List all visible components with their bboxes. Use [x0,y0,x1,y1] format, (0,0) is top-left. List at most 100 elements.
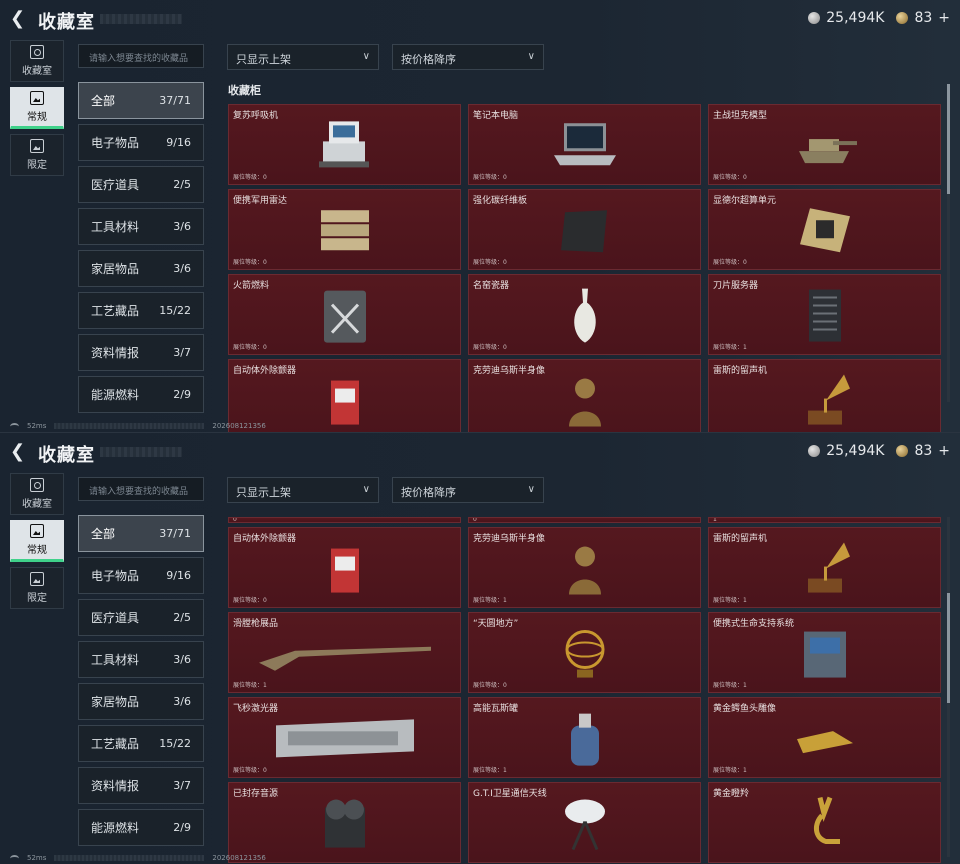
category-tools[interactable]: 工具材料 3/6 [78,208,204,245]
gold-croc-icon [793,713,857,767]
shelf-filter-dropdown[interactable]: 只显示上架 ∨ [227,44,379,70]
bust-icon [563,538,607,602]
category-label: 工艺藏品 [91,737,140,751]
display-level: 1 [713,517,717,523]
display-level-label: 展位等级： [233,259,264,266]
display-level-value: 0 [263,344,267,351]
search-input[interactable]: 请输入想要查找的收藏品 [78,477,204,501]
collection-card[interactable]: 火箭燃料 展位等级：0 [228,274,461,355]
item-name: 黄金鳄鱼头雕像 [713,704,777,714]
category-label: 医疗道具 [91,178,140,192]
nav-limited[interactable]: 限定 [10,134,64,176]
shelf-filter-dropdown[interactable]: 只显示上架 ∨ [227,477,379,503]
screen-1: ❮ 收藏室 25,494K 83 + 收藏室 常规 限定 请输入想要查找的收藏品… [0,0,960,432]
category-count: 3/7 [173,346,191,359]
life-support-icon [798,623,852,687]
chevron-down-icon: ∨ [362,484,370,495]
item-name: 笔记本电脑 [473,111,519,121]
display-level-value: 1 [743,682,747,689]
collection-card-partial[interactable]: 0 [228,517,461,523]
sort-dropdown[interactable]: 按价格降序 ∨ [392,44,544,70]
category-crafts[interactable]: 工艺藏品 15/22 [78,725,204,762]
category-intel[interactable]: 资料情报 3/7 [78,767,204,804]
category-all[interactable]: 全部 37/71 [78,82,204,119]
collection-card[interactable]: 黄金瞪羚 [708,782,941,863]
category-energy[interactable]: 能源燃料 2/9 [78,376,204,413]
display-level-value: 1 [743,767,747,774]
collection-card[interactable]: 主战坦克模型 展位等级：0 [708,104,941,185]
display-level-value: 1 [263,682,267,689]
collection-card[interactable]: 显德尔超算单元 展位等级：0 [708,189,941,270]
category-household[interactable]: 家居物品 3/6 [78,683,204,720]
limited-image-icon [30,139,44,153]
nav-label: 限定 [27,593,47,604]
category-electronics[interactable]: 电子物品 9/16 [78,124,204,161]
collection-card[interactable]: 滑膛枪展品 展位等级：1 [228,612,461,693]
collection-card[interactable]: 自动体外除颤器 展位等级：0 [228,527,461,608]
display-level: 展位等级：1 [713,595,747,604]
collection-card[interactable]: 已封存音源 [228,782,461,863]
collection-card[interactable]: 克劳迪乌斯半身像 [468,359,701,432]
category-medical[interactable]: 医疗道具 2/5 [78,599,204,636]
category-count: 3/6 [173,262,191,275]
collection-card-partial[interactable]: 1 [708,517,941,523]
category-tools[interactable]: 工具材料 3/6 [78,641,204,678]
category-all[interactable]: 全部 37/71 [78,515,204,552]
category-label: 电子物品 [91,136,140,150]
item-name: 克劳迪乌斯半身像 [473,366,546,376]
back-arrow-icon[interactable]: ❮ [10,10,28,28]
item-name: 复苏呼吸机 [233,111,279,121]
collection-card[interactable]: 高能瓦斯罐 展位等级：1 [468,697,701,778]
carbon-plate-icon [557,204,613,260]
collection-card[interactable]: “天圆地方” 展位等级：0 [468,612,701,693]
display-level-label: 展位等级： [473,597,504,604]
item-name: 黄金瞪羚 [713,789,750,799]
porcelain-vase-icon [565,284,605,350]
collection-card[interactable]: 刀片服务器 展位等级：1 [708,274,941,355]
collection-card[interactable]: 雷斯的留声机 展位等级：1 [708,527,941,608]
collection-card[interactable]: 便携军用雷达 展位等级：0 [228,189,461,270]
category-label: 资料情报 [91,779,140,793]
collection-card[interactable]: 笔记本电脑 展位等级：0 [468,104,701,185]
display-level: 展位等级：1 [233,680,267,689]
display-level-label: 展位等级： [473,259,504,266]
gramophone-icon [800,370,850,432]
category-household[interactable]: 家居物品 3/6 [78,250,204,287]
category-label: 资料情报 [91,346,140,360]
nav-regular[interactable]: 常规 [10,520,64,562]
collection-card-partial[interactable]: 0 [468,517,701,523]
category-count: 3/7 [173,779,191,792]
category-intel[interactable]: 资料情报 3/7 [78,334,204,371]
nav-collection-room[interactable]: 收藏室 [10,473,64,515]
category-label: 工具材料 [91,653,140,667]
category-energy[interactable]: 能源燃料 2/9 [78,809,204,846]
sort-dropdown[interactable]: 按价格降序 ∨ [392,477,544,503]
back-arrow-icon[interactable]: ❮ [10,443,28,461]
add-currency-button[interactable]: + [938,10,950,26]
scrollbar-thumb[interactable] [947,84,950,194]
search-input[interactable]: 请输入想要查找的收藏品 [78,44,204,68]
collection-card[interactable]: 强化碳纤维板 展位等级：0 [468,189,701,270]
category-medical[interactable]: 医疗道具 2/5 [78,166,204,203]
category-crafts[interactable]: 工艺藏品 15/22 [78,292,204,329]
collection-card[interactable]: 雷斯的留声机 [708,359,941,432]
satellite-dish-icon [559,793,611,857]
dropdown-value: 只显示上架 [236,486,291,499]
collection-card[interactable]: 名窑瓷器 展位等级：0 [468,274,701,355]
token-icon [896,445,909,457]
collection-card[interactable]: 黄金鳄鱼头雕像 展位等级：1 [708,697,941,778]
collection-card[interactable]: G.T.I卫星通信天线 [468,782,701,863]
collection-card[interactable]: 飞秒激光器 展位等级：0 [228,697,461,778]
nav-limited[interactable]: 限定 [10,567,64,609]
scrollbar-thumb[interactable] [947,593,950,703]
nav-regular[interactable]: 常规 [10,87,64,129]
category-electronics[interactable]: 电子物品 9/16 [78,557,204,594]
collection-icon [30,478,44,492]
collection-card[interactable]: 便携式生命支持系统 展位等级：1 [708,612,941,693]
display-level-label: 展位等级： [233,597,264,604]
nav-collection-room[interactable]: 收藏室 [10,40,64,82]
collection-card[interactable]: 复苏呼吸机 展位等级：0 [228,104,461,185]
display-level-value: 1 [743,344,747,351]
add-currency-button[interactable]: + [938,443,950,459]
collection-card[interactable]: 克劳迪乌斯半身像 展位等级：1 [468,527,701,608]
